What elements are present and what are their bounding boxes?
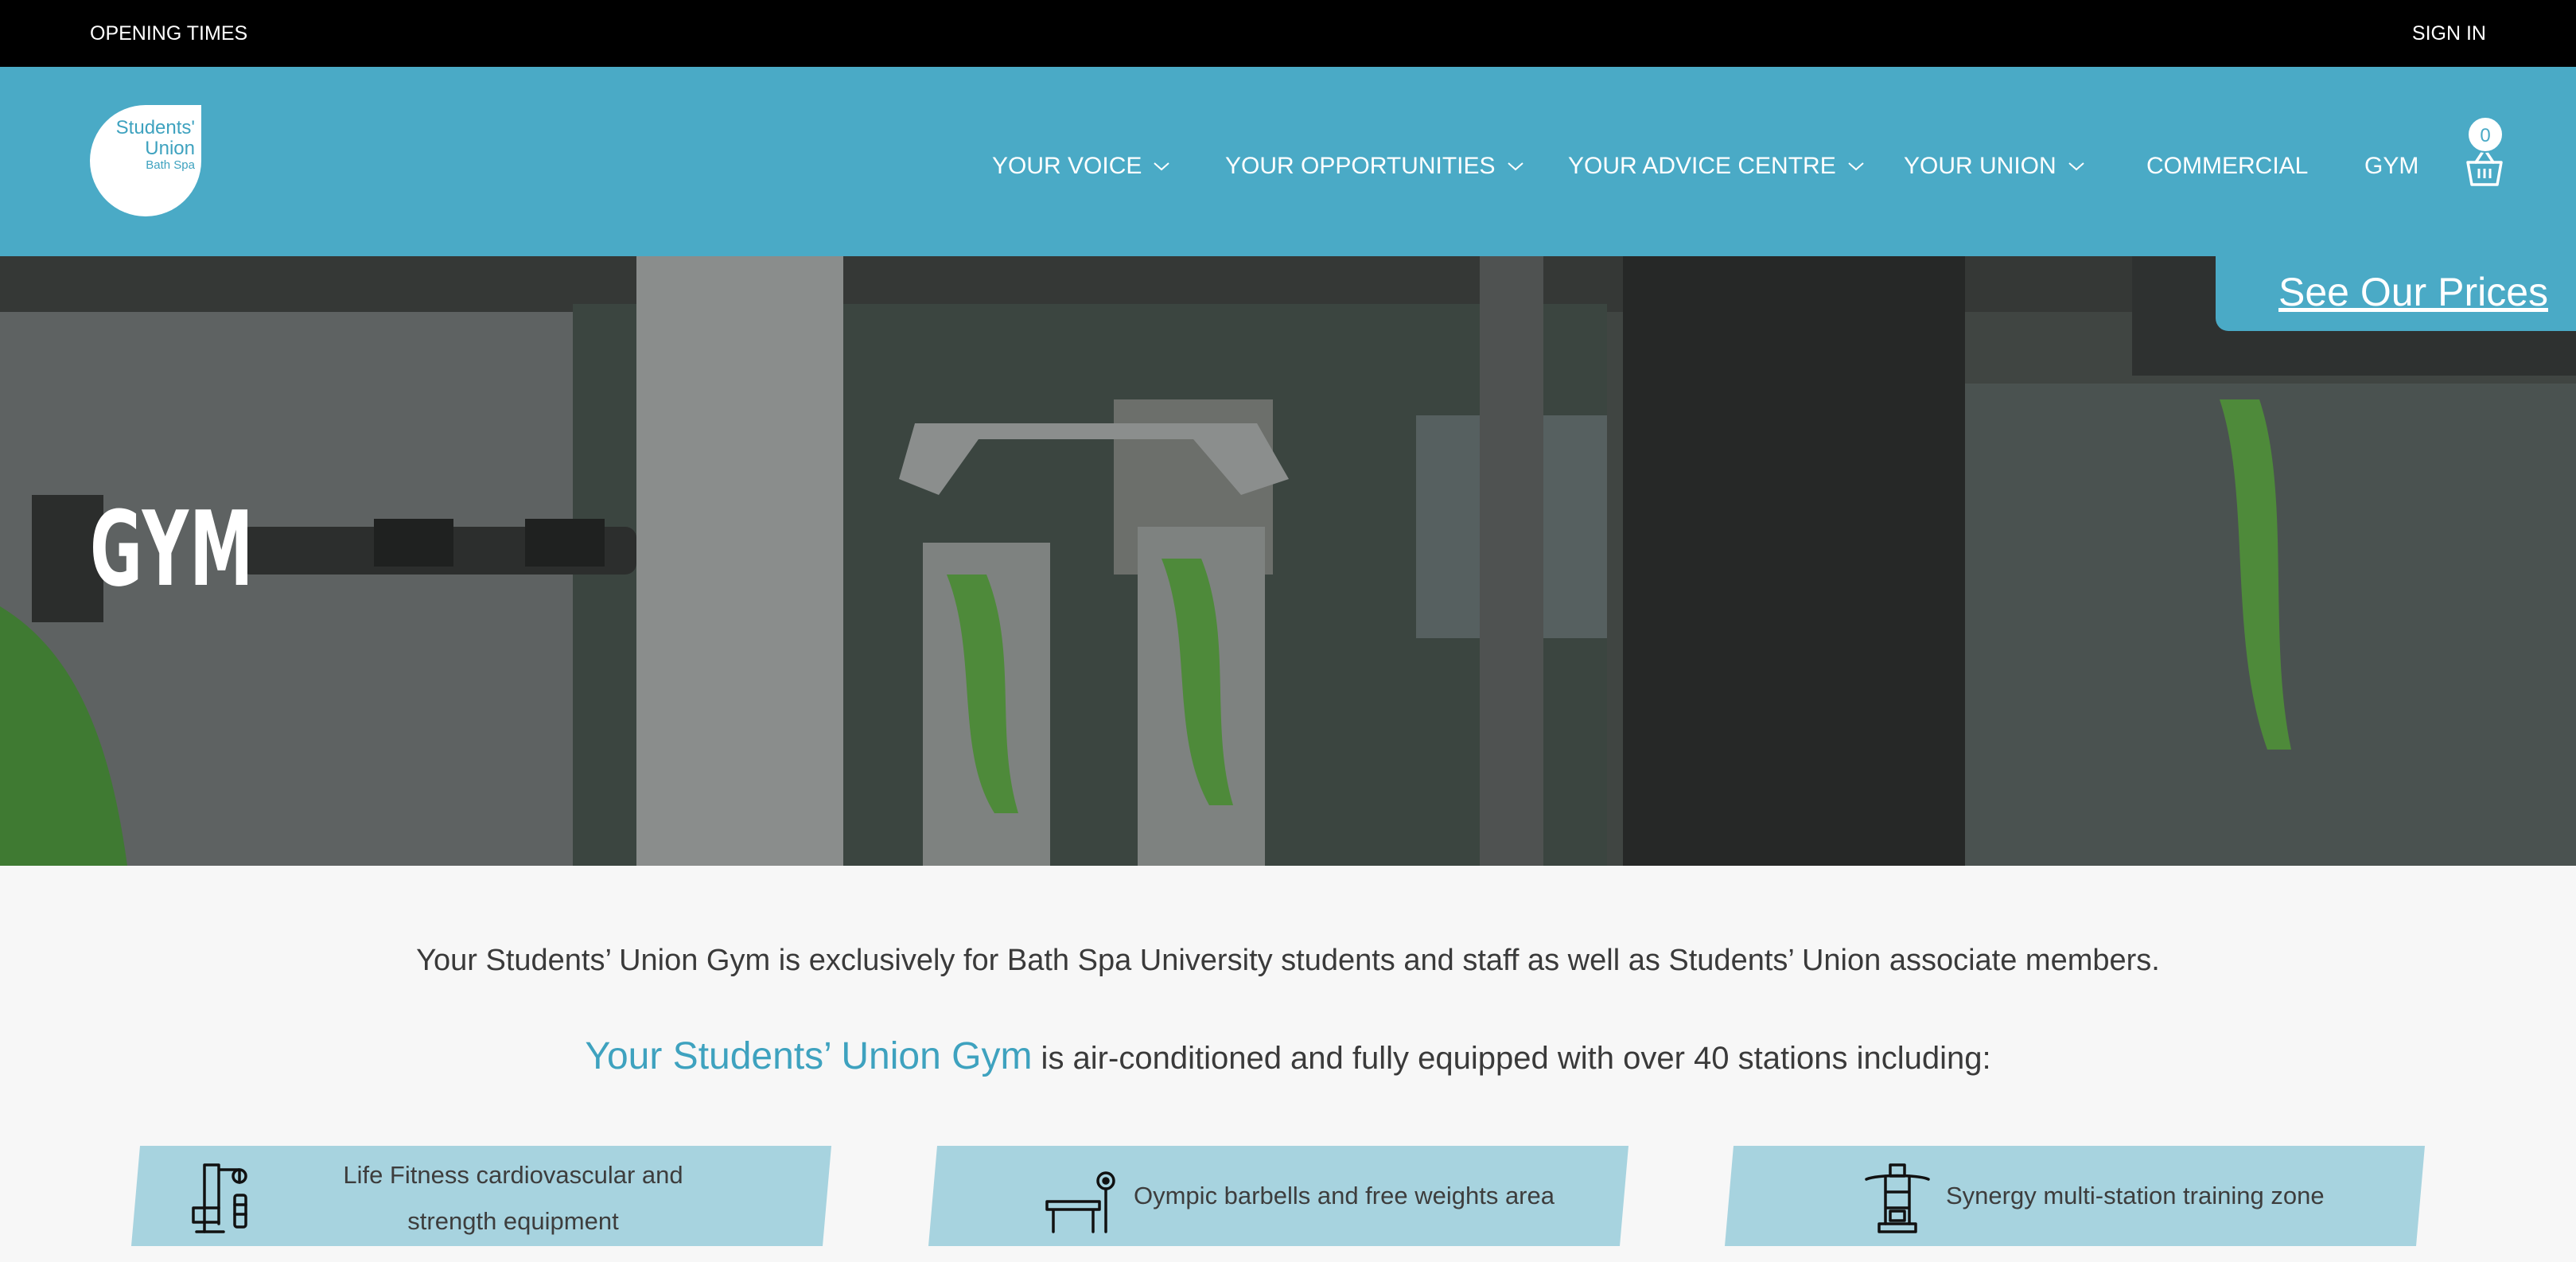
cart-count-badge: 0 xyxy=(2467,116,2504,153)
cable-machine-icon xyxy=(192,1163,247,1233)
page-title: GYM xyxy=(90,489,255,610)
nav-label: YOUR VOICE xyxy=(992,153,1142,179)
gym-name-highlight: Your Students’ Union Gym xyxy=(585,1035,1033,1077)
intro-paragraph: Your Students’ Union Gym is exclusively … xyxy=(416,944,2160,977)
feature-text: Life Fitness cardiovascular and strength… xyxy=(343,1161,683,1235)
gym-photo xyxy=(0,256,2576,866)
equipment-intro-text: is air-conditioned and fully equipped wi… xyxy=(1032,1041,1991,1076)
chevron-down-icon xyxy=(2068,162,2084,171)
nav-your-opportunities[interactable]: YOUR OPPORTUNITIES xyxy=(1225,153,1524,180)
hero-banner: GYM xyxy=(0,256,2576,866)
site-header: Students' Union Bath Spa YOUR VOICE YOUR… xyxy=(0,67,2576,256)
logo-line-3: Bath Spa xyxy=(146,158,195,172)
logo-line-2: Union xyxy=(145,137,195,159)
opening-times-link[interactable]: OPENING TIMES xyxy=(90,22,247,45)
nav-label: COMMERCIAL xyxy=(2146,153,2309,179)
feature-card-barbells: Oympic barbells and free weights area xyxy=(928,1146,1628,1246)
nav-label: YOUR ADVICE CENTRE xyxy=(1568,153,1836,179)
nav-label: YOUR UNION xyxy=(1904,153,2057,179)
chevron-down-icon xyxy=(1154,162,1170,171)
chevron-down-icon xyxy=(1507,162,1523,171)
nav-gym[interactable]: GYM xyxy=(2364,153,2418,180)
equipment-intro: Your Students’ Union Gym is air-conditio… xyxy=(0,1034,2576,1078)
nav-your-advice-centre[interactable]: YOUR ADVICE CENTRE xyxy=(1568,153,1865,180)
see-our-prices-link[interactable]: See Our Prices xyxy=(2278,269,2548,315)
sign-in-link[interactable]: SIGN IN xyxy=(2412,22,2486,45)
students-union-logo[interactable]: Students' Union Bath Spa xyxy=(90,105,201,216)
basket-icon[interactable] xyxy=(2465,150,2504,188)
feature-text: Oympic barbells and free weights area xyxy=(1134,1182,1555,1209)
see-prices-tab: See Our Prices xyxy=(2216,256,2576,331)
nav-your-union[interactable]: YOUR UNION xyxy=(1904,153,2085,180)
nav-label: YOUR OPPORTUNITIES xyxy=(1225,153,1496,179)
logo-line-1: Students' xyxy=(115,117,195,138)
top-bar: OPENING TIMES SIGN IN xyxy=(0,0,2576,67)
nav-label: GYM xyxy=(2364,153,2419,179)
barbell-bench-icon xyxy=(1045,1171,1115,1233)
nav-your-voice[interactable]: YOUR VOICE xyxy=(992,153,1170,180)
feature-text: Synergy multi-station training zone xyxy=(1946,1182,2325,1209)
feature-card-synergy: Synergy multi-station training zone xyxy=(1725,1146,2425,1246)
nav-commercial[interactable]: COMMERCIAL xyxy=(2146,153,2308,180)
chevron-down-icon xyxy=(1848,162,1864,171)
feature-card-cardio: Life Fitness cardiovascular and strength… xyxy=(131,1146,831,1246)
multi-station-icon xyxy=(1865,1163,1930,1233)
